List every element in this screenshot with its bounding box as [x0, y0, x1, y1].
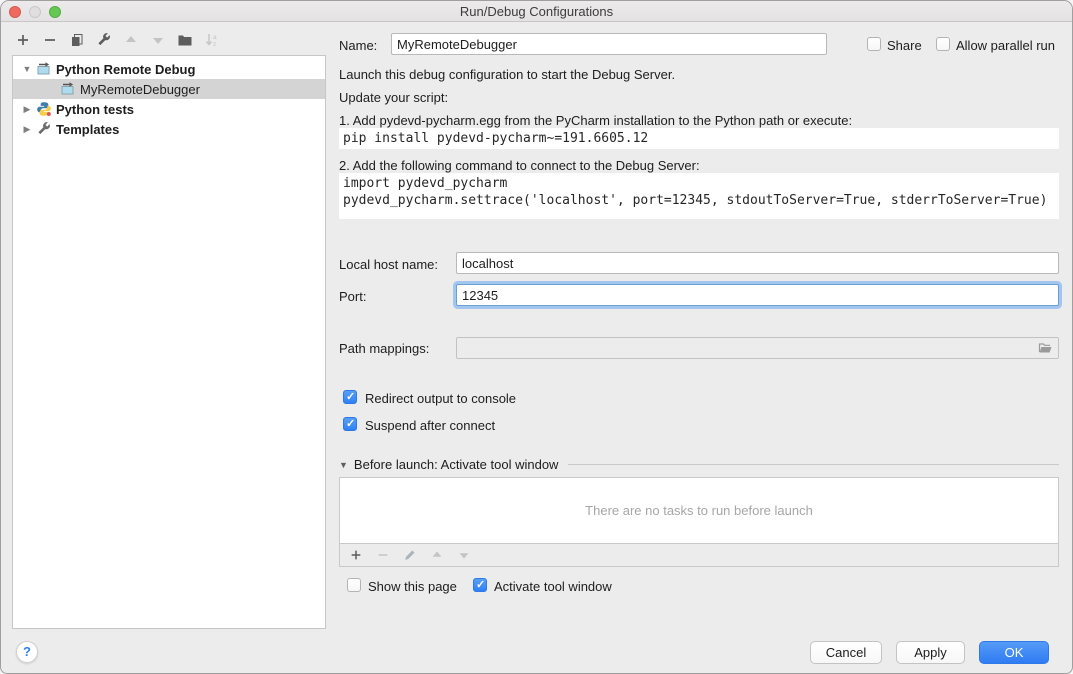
instruction-line-2: Update your script: [339, 90, 448, 105]
remote-debug-config-icon [60, 81, 76, 97]
chevron-down-icon[interactable]: ▼ [22, 64, 32, 74]
svg-text:a: a [213, 34, 217, 41]
move-down-icon [457, 548, 471, 562]
tree-item-my-remote-debugger[interactable]: MyRemoteDebugger [13, 79, 325, 99]
move-up-icon [430, 548, 444, 562]
window-title: Run/Debug Configurations [1, 4, 1072, 19]
tree-item-label: Python tests [56, 102, 134, 117]
activate-tool-window-label[interactable]: Activate tool window [494, 579, 612, 594]
path-mappings-field[interactable] [456, 337, 1059, 359]
collapse-triangle-icon[interactable]: ▼ [339, 460, 348, 470]
new-folder-icon[interactable] [177, 32, 193, 48]
port-label: Port: [339, 289, 366, 304]
local-host-name-label: Local host name: [339, 257, 438, 272]
tree-item-label: Templates [56, 122, 119, 137]
tree-item-python-tests[interactable]: ▶ Python tests [13, 99, 325, 119]
redirect-output-label[interactable]: Redirect output to console [365, 391, 516, 406]
before-launch-tasks-panel: There are no tasks to run before launch [339, 477, 1059, 567]
share-checkbox-label[interactable]: Share [887, 38, 922, 53]
allow-parallel-run-checkbox[interactable] [936, 37, 950, 51]
remote-debug-config-icon [36, 61, 52, 77]
help-button[interactable]: ? [16, 641, 38, 663]
settrace-code-snippet: import pydevd_pycharm pydevd_pycharm.set… [339, 173, 1059, 219]
chevron-right-icon[interactable]: ▶ [22, 124, 32, 135]
title-bar: Run/Debug Configurations [1, 1, 1072, 22]
move-up-icon [123, 32, 139, 48]
apply-button[interactable]: Apply [896, 641, 965, 664]
templates-wrench-icon [36, 121, 52, 137]
divider [568, 464, 1059, 465]
edit-defaults-wrench-icon[interactable] [96, 32, 112, 48]
edit-pencil-icon [403, 548, 417, 562]
ok-button[interactable]: OK [979, 641, 1049, 664]
local-host-name-input[interactable] [456, 252, 1059, 274]
add-icon[interactable] [349, 548, 363, 562]
path-mappings-label: Path mappings: [339, 341, 429, 356]
remove-icon [376, 548, 390, 562]
port-input[interactable] [456, 284, 1059, 306]
show-this-page-checkbox[interactable] [347, 578, 361, 592]
before-launch-title: Before launch: Activate tool window [354, 457, 559, 472]
redirect-output-checkbox[interactable] [343, 390, 357, 404]
configurations-tree: ▼ Python Remote Debug MyRemoteDebugger ▶… [12, 55, 326, 629]
instruction-line-3: 1. Add pydevd-pycharm.egg from the PyCha… [339, 113, 852, 128]
tree-item-label: MyRemoteDebugger [80, 82, 200, 97]
share-checkbox[interactable] [867, 37, 881, 51]
no-tasks-message: There are no tasks to run before launch [340, 478, 1058, 543]
tree-item-python-remote-debug[interactable]: ▼ Python Remote Debug [13, 59, 325, 79]
before-launch-header[interactable]: ▼ Before launch: Activate tool window [339, 457, 1059, 472]
pip-install-command: pip install pydevd-pycharm~=191.6605.12 [339, 128, 1059, 149]
remove-icon[interactable] [42, 32, 58, 48]
suspend-after-connect-label[interactable]: Suspend after connect [365, 418, 495, 433]
allow-parallel-run-label[interactable]: Allow parallel run [956, 38, 1055, 53]
sort-alphabetically-icon: az [204, 32, 220, 48]
move-down-icon [150, 32, 166, 48]
python-tests-icon [36, 101, 52, 117]
tree-item-label: Python Remote Debug [56, 62, 195, 77]
tree-item-templates[interactable]: ▶ Templates [13, 119, 325, 139]
add-icon[interactable] [15, 32, 31, 48]
chevron-right-icon[interactable]: ▶ [22, 104, 32, 115]
instruction-step-2: 2. Add the following command to connect … [339, 158, 700, 173]
configurations-toolbar: az [15, 32, 220, 48]
suspend-after-connect-checkbox[interactable] [343, 417, 357, 431]
tasks-toolbar [340, 543, 1058, 566]
activate-tool-window-checkbox[interactable] [473, 578, 487, 592]
browse-folder-icon[interactable] [1037, 340, 1054, 356]
svg-text:z: z [213, 41, 216, 48]
show-this-page-label[interactable]: Show this page [368, 579, 457, 594]
instruction-line-1: Launch this debug configuration to start… [339, 67, 675, 82]
run-debug-configurations-dialog: Run/Debug Configurations az ▼ Python Rem [0, 0, 1073, 674]
copy-icon[interactable] [69, 32, 85, 48]
cancel-button[interactable]: Cancel [810, 641, 882, 664]
name-input[interactable] [391, 33, 827, 55]
name-label: Name: [339, 38, 377, 53]
